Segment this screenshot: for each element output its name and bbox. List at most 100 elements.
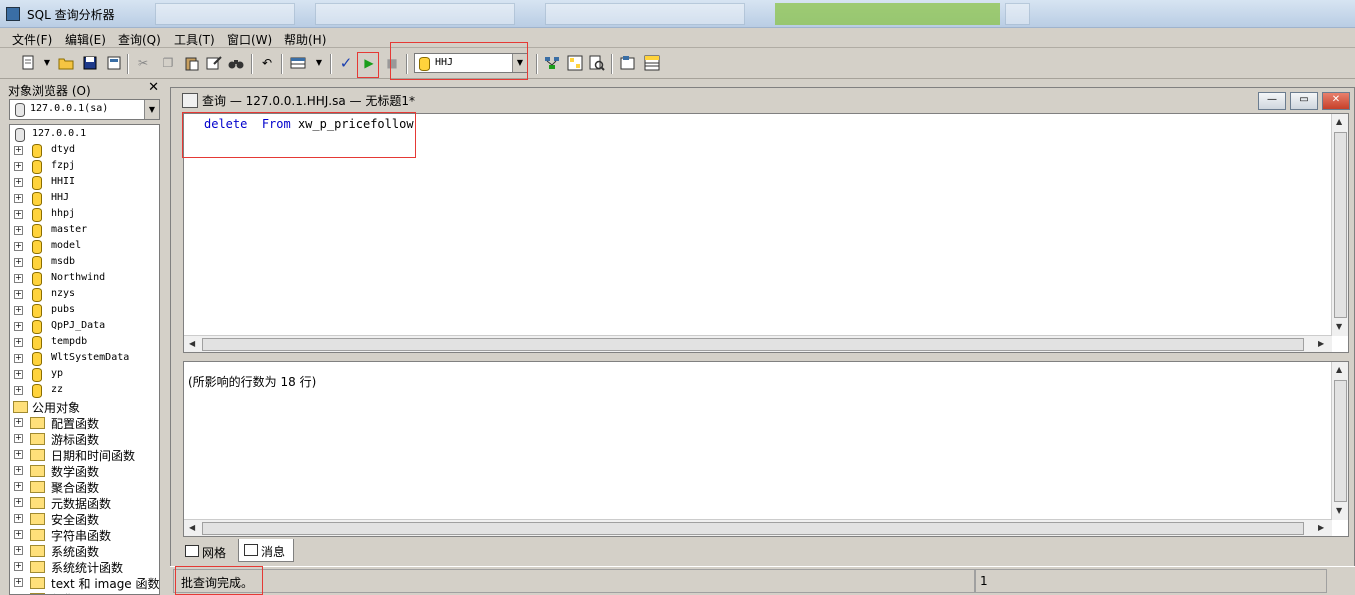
menu-query[interactable]: 查询(Q) — [118, 31, 161, 48]
tab-messages[interactable]: 消息 — [238, 539, 294, 562]
tree-item-function-folder[interactable]: + 系统函数 — [10, 542, 159, 559]
save-icon[interactable] — [82, 55, 98, 71]
results-vertical-scrollbar[interactable]: ▲ ▼ — [1331, 362, 1348, 520]
clear-window-icon[interactable] — [206, 55, 222, 71]
tree-item-function-folder[interactable]: + 安全函数 — [10, 510, 159, 527]
menu-file[interactable]: 文件(F) — [12, 31, 52, 48]
menu-edit[interactable]: 编辑(E) — [65, 31, 106, 48]
expand-icon[interactable]: + — [14, 194, 23, 203]
tree-item-database[interactable]: + nzys — [10, 286, 159, 302]
object-search-icon[interactable] — [589, 55, 605, 71]
scroll-up-icon[interactable]: ▲ — [1336, 365, 1342, 374]
close-icon[interactable]: ✕ — [148, 80, 159, 95]
tree-item-function-folder[interactable]: + 字符串函数 — [10, 526, 159, 543]
scrollbar-thumb[interactable] — [202, 522, 1304, 535]
editor-horizontal-scrollbar[interactable]: ◀ ▶ — [184, 335, 1332, 352]
expand-icon[interactable]: + — [14, 146, 23, 155]
expand-icon[interactable]: + — [14, 418, 23, 427]
background-tab-highlighted[interactable] — [775, 3, 1000, 25]
expand-icon[interactable]: + — [14, 546, 23, 555]
menu-help[interactable]: 帮助(H) — [284, 31, 326, 48]
tab-grid[interactable]: 网格 — [180, 540, 238, 561]
expand-icon[interactable]: + — [14, 242, 23, 251]
tree-item-database[interactable]: + HHJ — [10, 190, 159, 206]
expand-icon[interactable]: + — [14, 562, 23, 571]
expand-icon[interactable]: + — [14, 226, 23, 235]
results-pane[interactable]: (所影响的行数为 18 行) ▲ ▼ ◀ ▶ — [183, 361, 1349, 537]
tree-item-function-folder[interactable]: + 配置函数 — [10, 414, 159, 431]
scroll-down-icon[interactable]: ▼ — [1336, 322, 1342, 331]
expand-icon[interactable]: + — [14, 370, 23, 379]
scrollbar-thumb[interactable] — [202, 338, 1304, 351]
scroll-left-icon[interactable]: ◀ — [189, 523, 195, 532]
current-connection-properties-icon[interactable] — [620, 55, 636, 71]
show-results-pane-icon[interactable] — [644, 55, 660, 71]
tree-item-database[interactable]: + pubs — [10, 302, 159, 318]
parse-query-check-icon[interactable]: ✓ — [338, 55, 354, 71]
menu-tools[interactable]: 工具(T) — [174, 31, 215, 48]
expand-icon[interactable]: + — [14, 498, 23, 507]
object-tree[interactable]: 127.0.0.1 + dtyd + fzpj + HHII + HHJ + hhpj +… — [9, 124, 160, 595]
tree-item-function-folder[interactable]: + 系统统计函数 — [10, 558, 159, 575]
scroll-right-icon[interactable]: ▶ — [1318, 339, 1324, 348]
background-tab-close[interactable] — [1005, 3, 1030, 25]
tree-item-database[interactable]: + master — [10, 222, 159, 238]
undo-icon[interactable]: ↶ — [259, 55, 275, 71]
menu-window[interactable]: 窗口(W) — [227, 31, 272, 48]
new-query-icon[interactable] — [20, 55, 36, 71]
show-execution-plan-icon[interactable] — [544, 55, 560, 71]
expand-icon[interactable]: + — [14, 338, 23, 347]
open-folder-icon[interactable] — [58, 55, 74, 71]
tree-item-database[interactable]: + msdb — [10, 254, 159, 270]
tree-item-function-folder[interactable]: + 游标函数 — [10, 430, 159, 447]
insert-template-icon[interactable] — [106, 55, 122, 71]
editor-vertical-scrollbar[interactable]: ▲ ▼ — [1331, 114, 1348, 336]
expand-icon[interactable]: + — [14, 578, 23, 587]
new-query-dropdown-icon[interactable]: ▼ — [39, 55, 55, 71]
expand-icon[interactable]: + — [14, 450, 23, 459]
expand-icon[interactable]: + — [14, 178, 23, 187]
tree-item-database[interactable]: + yp — [10, 366, 159, 382]
expand-icon[interactable]: + — [14, 162, 23, 171]
results-mode-dropdown-icon[interactable]: ▼ — [311, 55, 327, 71]
object-browser-icon[interactable] — [567, 55, 583, 71]
copy-icon[interactable]: ❐ — [160, 55, 176, 71]
tree-item-function-folder[interactable]: + text 和 image 函数 — [10, 574, 159, 591]
tree-item-database[interactable]: + Northwind — [10, 270, 159, 286]
expand-icon[interactable]: + — [14, 306, 23, 315]
tree-item-database[interactable]: + zz — [10, 382, 159, 398]
tree-item-function-folder[interactable]: +行集 — [10, 590, 159, 594]
tree-item-database[interactable]: + fzpj — [10, 158, 159, 174]
tree-item-function-folder[interactable]: + 数学函数 — [10, 462, 159, 479]
expand-icon[interactable]: + — [14, 482, 23, 491]
scrollbar-thumb[interactable] — [1334, 132, 1347, 318]
expand-icon[interactable]: + — [14, 530, 23, 539]
expand-icon[interactable]: + — [14, 354, 23, 363]
tree-item-database[interactable]: + QpPJ_Data — [10, 318, 159, 334]
chevron-down-icon[interactable]: ▼ — [144, 100, 159, 119]
minimize-button[interactable]: — — [1258, 92, 1286, 110]
expand-icon[interactable]: + — [14, 386, 23, 395]
tree-item-database[interactable]: + HHII — [10, 174, 159, 190]
expand-icon[interactable]: + — [14, 322, 23, 331]
tree-item-database[interactable]: + model — [10, 238, 159, 254]
scrollbar-thumb[interactable] — [1334, 380, 1347, 502]
background-tab[interactable] — [155, 3, 295, 25]
scroll-up-icon[interactable]: ▲ — [1336, 117, 1342, 126]
scroll-left-icon[interactable]: ◀ — [189, 339, 195, 348]
find-binoculars-icon[interactable] — [228, 55, 244, 71]
tree-item-database[interactable]: + WltSystemData — [10, 350, 159, 366]
tree-item-function-folder[interactable]: + 元数据函数 — [10, 494, 159, 511]
tree-server-node[interactable]: 127.0.0.1 — [10, 126, 159, 142]
expand-icon[interactable]: + — [14, 210, 23, 219]
expand-icon[interactable]: + — [14, 466, 23, 475]
expand-icon[interactable]: + — [14, 290, 23, 299]
tree-item-function-folder[interactable]: + 日期和时间函数 — [10, 446, 159, 463]
tree-item-database[interactable]: + dtyd — [10, 142, 159, 158]
restore-button[interactable]: ▭ — [1290, 92, 1318, 110]
background-tab[interactable] — [315, 3, 515, 25]
expand-icon[interactable]: + — [14, 434, 23, 443]
tree-public-objects[interactable]: 公用对象 — [10, 398, 159, 415]
expand-icon[interactable]: + — [14, 514, 23, 523]
scroll-right-icon[interactable]: ▶ — [1318, 523, 1324, 532]
